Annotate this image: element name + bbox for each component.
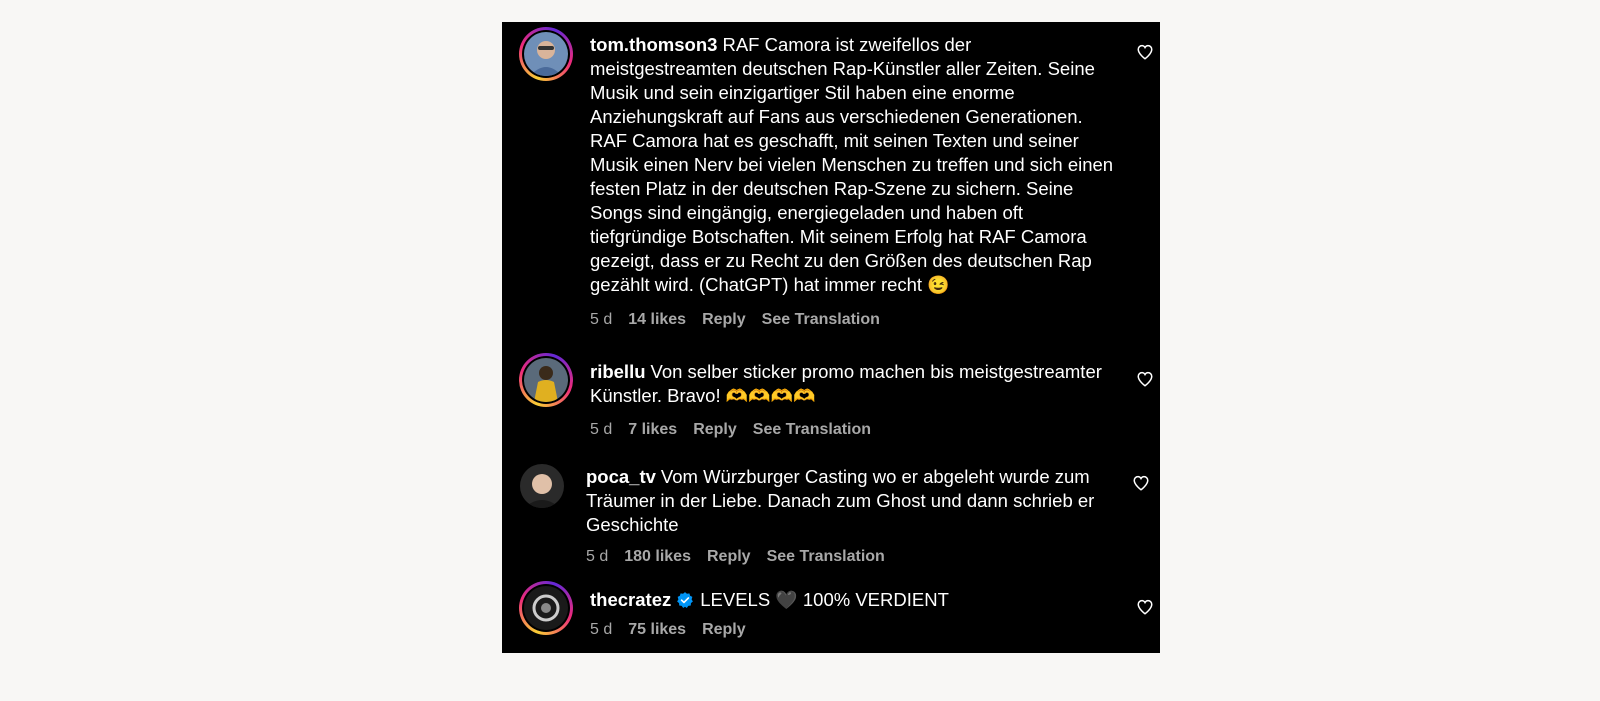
see-translation-button[interactable]: See Translation xyxy=(762,311,880,328)
likes-count[interactable]: 180 likes xyxy=(624,548,691,565)
comments-panel: tom.thomson3 RAF Camora ist zweifellos de… xyxy=(502,22,1160,653)
comment-body: ribellu Von selber sticker promo machen b… xyxy=(590,360,1120,408)
see-translation-button[interactable]: See Translation xyxy=(753,421,871,438)
comment-text: 100% VERDIENT xyxy=(802,589,949,610)
avatar-wrap[interactable] xyxy=(520,464,564,508)
verified-badge-icon xyxy=(677,592,694,608)
timestamp[interactable]: 5 d xyxy=(590,621,612,638)
reply-button[interactable]: Reply xyxy=(693,421,737,438)
avatar-story-ring[interactable] xyxy=(519,353,573,407)
heart-outline-icon[interactable] xyxy=(1132,474,1150,492)
comment-text: RAF Camora ist zweifellos der meistgestr… xyxy=(590,34,1114,295)
avatar xyxy=(520,464,564,508)
comment-body: thecratez LEVELS 🖤 100% VERDIENT xyxy=(590,588,1120,612)
avatar xyxy=(524,358,568,402)
reply-button[interactable]: Reply xyxy=(707,548,751,565)
timestamp[interactable]: 5 d xyxy=(590,421,612,438)
username[interactable]: ribellu xyxy=(590,361,646,382)
comment-text: Von selber sticker promo machen bis meis… xyxy=(590,361,1102,406)
comment-meta: 5 d 7 likes Reply See Translation xyxy=(590,420,887,440)
avatar-story-ring[interactable] xyxy=(519,581,573,635)
likes-count[interactable]: 7 likes xyxy=(628,421,677,438)
comment-meta: 5 d 180 likes Reply See Translation xyxy=(586,547,901,567)
heart-outline-icon[interactable] xyxy=(1136,43,1154,61)
comment-body: poca_tv Vom Würzburger Casting wo er abge… xyxy=(586,465,1116,537)
comment-meta: 5 d 14 likes Reply See Translation xyxy=(590,310,896,330)
timestamp[interactable]: 5 d xyxy=(590,311,612,328)
comment-body: tom.thomson3 RAF Camora ist zweifellos de… xyxy=(590,33,1120,297)
avatar xyxy=(524,32,568,76)
comment-text: Vom Würzburger Casting wo er abgeleht wu… xyxy=(586,466,1095,535)
heart-outline-icon[interactable] xyxy=(1136,598,1154,616)
see-translation-button[interactable]: See Translation xyxy=(767,548,885,565)
username[interactable]: tom.thomson3 xyxy=(590,34,717,55)
black-heart-emoji: 🖤 xyxy=(775,590,798,610)
username[interactable]: poca_tv xyxy=(586,466,656,487)
comment-text: LEVELS xyxy=(700,589,771,610)
username[interactable]: thecratez xyxy=(590,589,671,610)
likes-count[interactable]: 75 likes xyxy=(628,621,686,638)
avatar xyxy=(524,586,568,630)
timestamp[interactable]: 5 d xyxy=(586,548,608,565)
wink-emoji: 😉 xyxy=(927,275,950,295)
reply-button[interactable]: Reply xyxy=(702,311,746,328)
heart-hands-emoji: 🫶🫶🫶🫶 xyxy=(725,386,816,406)
comment-meta: 5 d 75 likes Reply xyxy=(590,620,762,640)
likes-count[interactable]: 14 likes xyxy=(628,311,686,328)
reply-button[interactable]: Reply xyxy=(702,621,746,638)
heart-outline-icon[interactable] xyxy=(1136,370,1154,388)
avatar-story-ring[interactable] xyxy=(519,27,573,81)
